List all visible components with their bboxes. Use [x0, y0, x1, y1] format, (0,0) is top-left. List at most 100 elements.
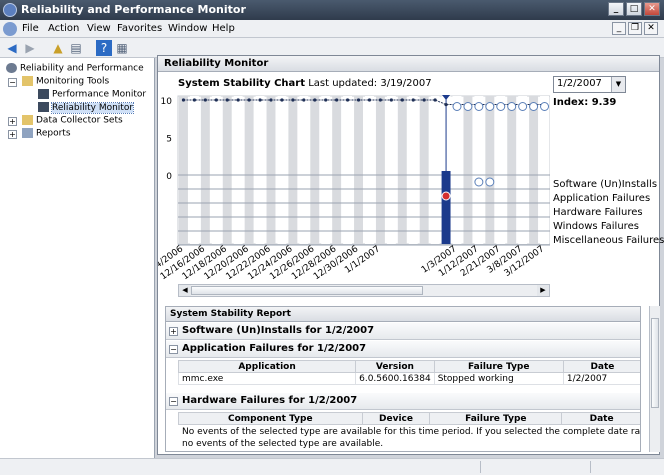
tree-item-data-collector-sets[interactable]: Data Collector Sets — [22, 115, 123, 126]
no-events-message: No events of the selected type are avail… — [182, 427, 641, 437]
chart-column — [310, 96, 320, 244]
column-header[interactable]: Date — [562, 360, 640, 373]
up-icon[interactable]: ▲ — [50, 40, 66, 56]
application-failures-table: Application Version Failure Type Date mm… — [177, 360, 640, 385]
tree-item-reliability-monitor[interactable]: Reliability Monitor — [38, 101, 135, 114]
chart-column — [408, 96, 418, 244]
show-hide-tree-icon[interactable]: ▤ — [68, 40, 84, 56]
index-point — [214, 98, 218, 102]
child-restore-button[interactable]: ❐ — [628, 22, 642, 35]
scrollbar-thumb[interactable] — [191, 286, 423, 295]
index-point — [335, 98, 339, 102]
y-tick-label: 10 — [161, 97, 173, 107]
chart-column — [529, 96, 539, 244]
scrollbar-thumb[interactable] — [651, 318, 659, 408]
collapse-icon[interactable]: − — [169, 345, 178, 354]
expand-icon[interactable]: + — [8, 117, 17, 126]
reliability-monitor-icon — [38, 102, 49, 112]
chart-column — [222, 96, 232, 244]
tree-item-reports[interactable]: Reports — [22, 128, 71, 139]
table-row[interactable]: mmc.exe 6.0.5600.16384 Stopped working 1… — [177, 372, 640, 385]
menu-help[interactable]: Help — [212, 23, 235, 34]
index-point — [433, 98, 437, 102]
stability-index: Index: 9.39 — [553, 97, 617, 108]
chart-heading: System Stability Chart Last updated: 3/1… — [178, 78, 432, 89]
help-icon[interactable]: ? — [96, 40, 112, 56]
cell-failure-type: Stopped working — [433, 372, 564, 385]
index-point — [367, 98, 372, 102]
stability-chart[interactable]: 105012/14/200612/16/200612/18/200612/20/… — [158, 92, 550, 282]
menu-view[interactable]: View — [87, 23, 111, 34]
category-application-failures: Application Failures — [553, 193, 651, 204]
child-minimize-button[interactable]: _ — [612, 22, 626, 35]
chart-column — [288, 96, 298, 244]
menu-action[interactable]: Action — [48, 23, 79, 34]
collapse-icon[interactable]: − — [169, 397, 178, 406]
column-header[interactable]: Date — [561, 412, 640, 425]
no-events-message-continued: no events of the selected type are avail… — [182, 439, 384, 449]
index-point — [258, 98, 262, 102]
column-header[interactable]: Component Type — [178, 412, 363, 425]
report-vertical-scrollbar[interactable] — [649, 306, 660, 452]
index-point — [422, 98, 426, 102]
scroll-right-icon[interactable]: ▶ — [537, 285, 549, 296]
tree-item-monitoring-tools[interactable]: Monitoring Tools — [22, 76, 109, 87]
chart-column — [485, 96, 495, 244]
performance-monitor-icon — [38, 89, 49, 99]
column-header[interactable]: Application — [177, 360, 357, 373]
menu-favorites[interactable]: Favorites — [117, 23, 162, 34]
menu-file[interactable]: File — [22, 23, 39, 34]
index-point — [378, 98, 383, 102]
column-header[interactable]: Version — [355, 360, 435, 373]
menu-bar: File Action View Favorites Window Help _… — [0, 20, 664, 38]
scroll-left-icon[interactable]: ◀ — [179, 285, 191, 296]
index-point — [192, 98, 197, 102]
section-hardware-failures[interactable]: − Hardware Failures for 1/2/2007 — [166, 393, 640, 410]
section-application-failures[interactable]: − Application Failures for 1/2/2007 — [166, 341, 640, 358]
index-point — [324, 98, 328, 102]
expand-icon[interactable]: + — [8, 130, 17, 139]
category-software-installs: Software (Un)Installs — [553, 179, 658, 190]
index-point — [389, 98, 393, 102]
cell-version: 6.0.5600.16384 — [355, 372, 435, 385]
index-point — [225, 98, 229, 102]
chart-column — [452, 96, 462, 244]
minimize-button[interactable]: _ — [608, 2, 624, 16]
chart-column — [277, 96, 287, 244]
tree-item-performance-monitor[interactable]: Performance Monitor — [38, 89, 146, 100]
chart-column — [244, 96, 254, 244]
chart-column — [430, 96, 440, 244]
close-button[interactable]: ✕ — [644, 2, 660, 16]
expand-icon[interactable]: + — [169, 327, 178, 336]
column-header[interactable]: Failure Type — [429, 412, 563, 425]
tree-item-root[interactable]: Reliability and Performance — [6, 63, 144, 74]
info-icon — [485, 177, 495, 187]
chart-column — [365, 96, 374, 244]
report-title: System Stability Report — [166, 307, 640, 322]
properties-icon[interactable]: ▦ — [114, 40, 130, 56]
column-header[interactable]: Device — [361, 412, 431, 425]
info-icon — [518, 102, 528, 111]
chart-column — [255, 96, 265, 244]
info-icon — [496, 102, 506, 111]
category-windows-failures: Windows Failures — [553, 221, 639, 232]
child-close-button[interactable]: ✕ — [644, 22, 658, 35]
menu-window[interactable]: Window — [168, 23, 207, 34]
chart-horizontal-scrollbar[interactable]: ◀ ▶ — [178, 284, 550, 297]
chart-column — [386, 96, 396, 244]
app-icon — [3, 3, 17, 17]
forward-icon[interactable]: ▶ — [22, 40, 38, 56]
chevron-down-icon[interactable]: ▼ — [611, 77, 625, 92]
date-dropdown[interactable]: 1/2/2007 ▼ — [553, 76, 626, 93]
reports-icon — [22, 128, 33, 138]
column-header[interactable]: Failure Type — [433, 360, 564, 373]
mmc-icon[interactable] — [3, 22, 17, 36]
category-miscellaneous-failures: Miscellaneous Failures — [553, 235, 664, 246]
cell-date: 1/2/2007 — [562, 372, 640, 385]
back-icon[interactable]: ◀ — [4, 40, 20, 56]
chart-column — [211, 96, 221, 244]
section-software-installs[interactable]: + Software (Un)Installs for 1/2/2007 — [166, 323, 640, 340]
maximize-button[interactable]: □ — [626, 2, 642, 16]
cell-application: mmc.exe — [177, 372, 357, 385]
collapse-icon[interactable]: − — [8, 78, 17, 87]
